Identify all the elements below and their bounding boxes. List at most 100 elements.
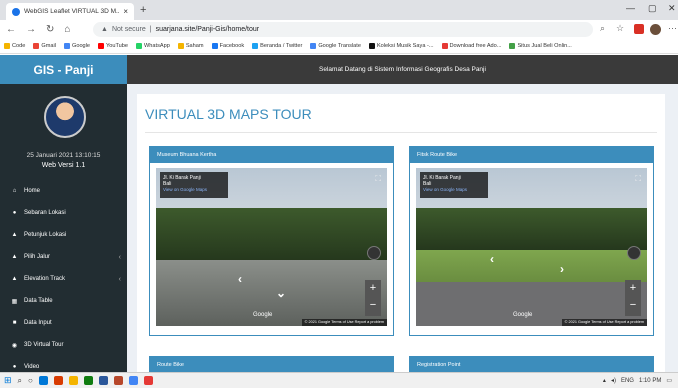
- bookmark-icon: [368, 43, 375, 49]
- sidebar-item-label: Home: [24, 188, 41, 194]
- chevron-left-icon: ‹: [118, 253, 121, 261]
- reload-icon[interactable]: ↻: [46, 24, 54, 35]
- sidebar-item-petunjuk-lokasi[interactable]: ▲ Petunjuk Lokasi: [0, 224, 127, 246]
- divider: [145, 132, 657, 133]
- notification-icon[interactable]: ▭: [666, 377, 672, 384]
- bookmark-icon: [211, 43, 218, 49]
- bookmark-item[interactable]: Beranda / Twitter: [252, 43, 302, 49]
- new-tab-icon[interactable]: +: [140, 4, 146, 16]
- bookmark-icon: [33, 43, 40, 49]
- eye-icon: ◉: [11, 342, 18, 349]
- windows-start-icon[interactable]: ⊞: [4, 375, 12, 386]
- tour-card: Route Bike: [149, 356, 394, 373]
- chrome-icon[interactable]: [128, 376, 138, 385]
- back-icon[interactable]: ←: [6, 24, 16, 35]
- view-on-maps-link[interactable]: View on Google Maps: [423, 187, 485, 193]
- forward-icon[interactable]: →: [26, 24, 36, 35]
- bookmark-item[interactable]: Koleksi Musik Saya -...: [368, 43, 434, 49]
- browser-tab-bar: WebGIS Leaflet VIRTUAL 3D M... × + — ▢ ✕: [0, 0, 678, 20]
- favorite-star-icon[interactable]: ☆: [616, 23, 624, 34]
- current-datetime: 25 Januari 2021 13:10:15: [26, 152, 101, 159]
- compass-icon[interactable]: [627, 246, 641, 260]
- more-menu-icon[interactable]: ⋯: [668, 23, 677, 34]
- sidebar-item-label: Pilih Jalur: [24, 254, 51, 260]
- app-icon[interactable]: [143, 376, 153, 385]
- excel-icon[interactable]: [83, 376, 93, 385]
- app-brand[interactable]: GIS - Panji: [0, 55, 127, 84]
- sidebar-item-3d-virtual-tour[interactable]: ◉ 3D Virtual Tour: [0, 334, 127, 356]
- welcome-text: Selamat Datang di Sistem Informasi Geogr…: [319, 66, 486, 73]
- bookmark-item[interactable]: Facebook: [211, 43, 244, 49]
- fullscreen-icon[interactable]: ⛶: [375, 174, 381, 184]
- bookmark-label: Saham: [185, 43, 204, 49]
- task-view-icon[interactable]: ○: [28, 376, 33, 385]
- zoom-icon[interactable]: ⌕: [600, 23, 605, 34]
- zoom-control[interactable]: + −: [625, 280, 641, 316]
- table-icon: ▦: [11, 298, 18, 305]
- language-indicator[interactable]: ENG: [621, 378, 634, 384]
- bookmark-item[interactable]: Google Translate: [310, 43, 361, 49]
- bookmark-item[interactable]: Code: [4, 43, 25, 49]
- network-icon[interactable]: ▴: [603, 377, 606, 384]
- card-header: Fitsk Route Bike: [410, 147, 653, 163]
- sidebar-item-data-table[interactable]: ▦ Data Table: [0, 290, 127, 312]
- map-footer: © 2021 Google Terms of Use Report a prob…: [301, 319, 387, 326]
- street-view-panorama[interactable]: Jl. Ki Barak Panji Bali View on Google M…: [416, 168, 647, 326]
- web-version: Web Versi 1.1: [41, 162, 86, 169]
- profile-avatar[interactable]: [650, 24, 661, 35]
- tab-close-icon[interactable]: ×: [123, 7, 128, 16]
- tab-title: WebGIS Leaflet VIRTUAL 3D M...: [24, 8, 120, 15]
- bookmark-item[interactable]: Saham: [177, 43, 204, 49]
- close-window-icon[interactable]: ✕: [668, 3, 676, 14]
- office-icon[interactable]: [53, 376, 63, 385]
- view-on-maps-link[interactable]: View on Google Maps: [163, 187, 225, 193]
- fullscreen-icon[interactable]: ⛶: [635, 174, 641, 184]
- sidebar-item-data-input[interactable]: ■ Data Input: [0, 312, 127, 334]
- clock[interactable]: 1:10 PM: [639, 378, 661, 384]
- compass-icon[interactable]: [367, 246, 381, 260]
- edge-icon[interactable]: [38, 376, 48, 385]
- sidebar-item-home[interactable]: ⌂ Home: [0, 180, 127, 202]
- bookmark-label: Situs Jual Beli Onlin...: [517, 43, 572, 49]
- bookmark-label: Download free Ado...: [449, 43, 502, 49]
- powerpoint-icon[interactable]: [113, 376, 123, 385]
- street-view-info: Jl. Ki Barak Panji Bali View on Google M…: [420, 172, 488, 198]
- bookmarks-bar: Code Gmail Google YouTube WhatsApp Saham Faceb…: [0, 39, 678, 54]
- zoom-control[interactable]: + −: [365, 280, 381, 316]
- map-footer: © 2021 Google Terms of Use Report a prob…: [561, 319, 647, 326]
- search-icon[interactable]: ⌕: [18, 376, 22, 386]
- bookmark-icon: [252, 43, 259, 49]
- bookmark-item[interactable]: Download free Ado...: [441, 43, 502, 49]
- bookmark-item[interactable]: Google: [63, 43, 90, 49]
- sidebar-item-pilih-jalur[interactable]: ▲ Pilih Jalur ‹: [0, 246, 127, 268]
- explorer-icon[interactable]: [68, 376, 78, 385]
- home-browser-icon[interactable]: ⌂: [64, 24, 70, 35]
- minimize-icon[interactable]: —: [626, 3, 635, 13]
- browser-tab[interactable]: WebGIS Leaflet VIRTUAL 3D M... ×: [6, 3, 134, 20]
- tour-card: Fitsk Route Bike Jl. Ki Barak Panji Bali…: [409, 146, 654, 336]
- bookmark-label: Code: [12, 43, 26, 49]
- user-avatar: [44, 96, 86, 138]
- street-view-panorama[interactable]: Jl. Ki Barak Panji Bali View on Google M…: [156, 168, 387, 326]
- sidebar-item-label: Video: [24, 364, 40, 370]
- bookmark-item[interactable]: WhatsApp: [136, 43, 170, 49]
- nav-arrow-left-icon[interactable]: ‹: [238, 272, 242, 286]
- nav-arrow-right-icon[interactable]: ›: [560, 262, 564, 276]
- extension-icon[interactable]: [634, 24, 644, 34]
- nav-arrow-left-icon[interactable]: ‹: [490, 252, 494, 266]
- sidebar-item-sebaran-lokasi[interactable]: ● Sebaran Lokasi: [0, 202, 127, 224]
- maximize-icon[interactable]: ▢: [648, 3, 657, 14]
- volume-icon[interactable]: ◂): [611, 377, 616, 384]
- bookmark-item[interactable]: Gmail: [33, 43, 56, 49]
- url-input[interactable]: ▲ Not secure | suarjana.site/Panji-Gis/h…: [93, 22, 593, 37]
- input-icon: ■: [12, 320, 17, 326]
- sidebar-item-elevation-track[interactable]: ▲ Elevation Track ‹: [0, 268, 127, 290]
- card-header: Registration Point: [410, 357, 653, 373]
- bookmark-item[interactable]: YouTube: [98, 43, 128, 49]
- bookmark-icon: [441, 43, 448, 49]
- word-icon[interactable]: [98, 376, 108, 385]
- content-box: VIRTUAL 3D MAPS TOUR Museum Bhuana Kerth…: [137, 94, 665, 373]
- bookmark-item[interactable]: Situs Jual Beli Onlin...: [509, 43, 572, 49]
- bookmark-icon: [177, 43, 184, 49]
- nav-arrow-down-icon[interactable]: ⌄: [276, 286, 286, 300]
